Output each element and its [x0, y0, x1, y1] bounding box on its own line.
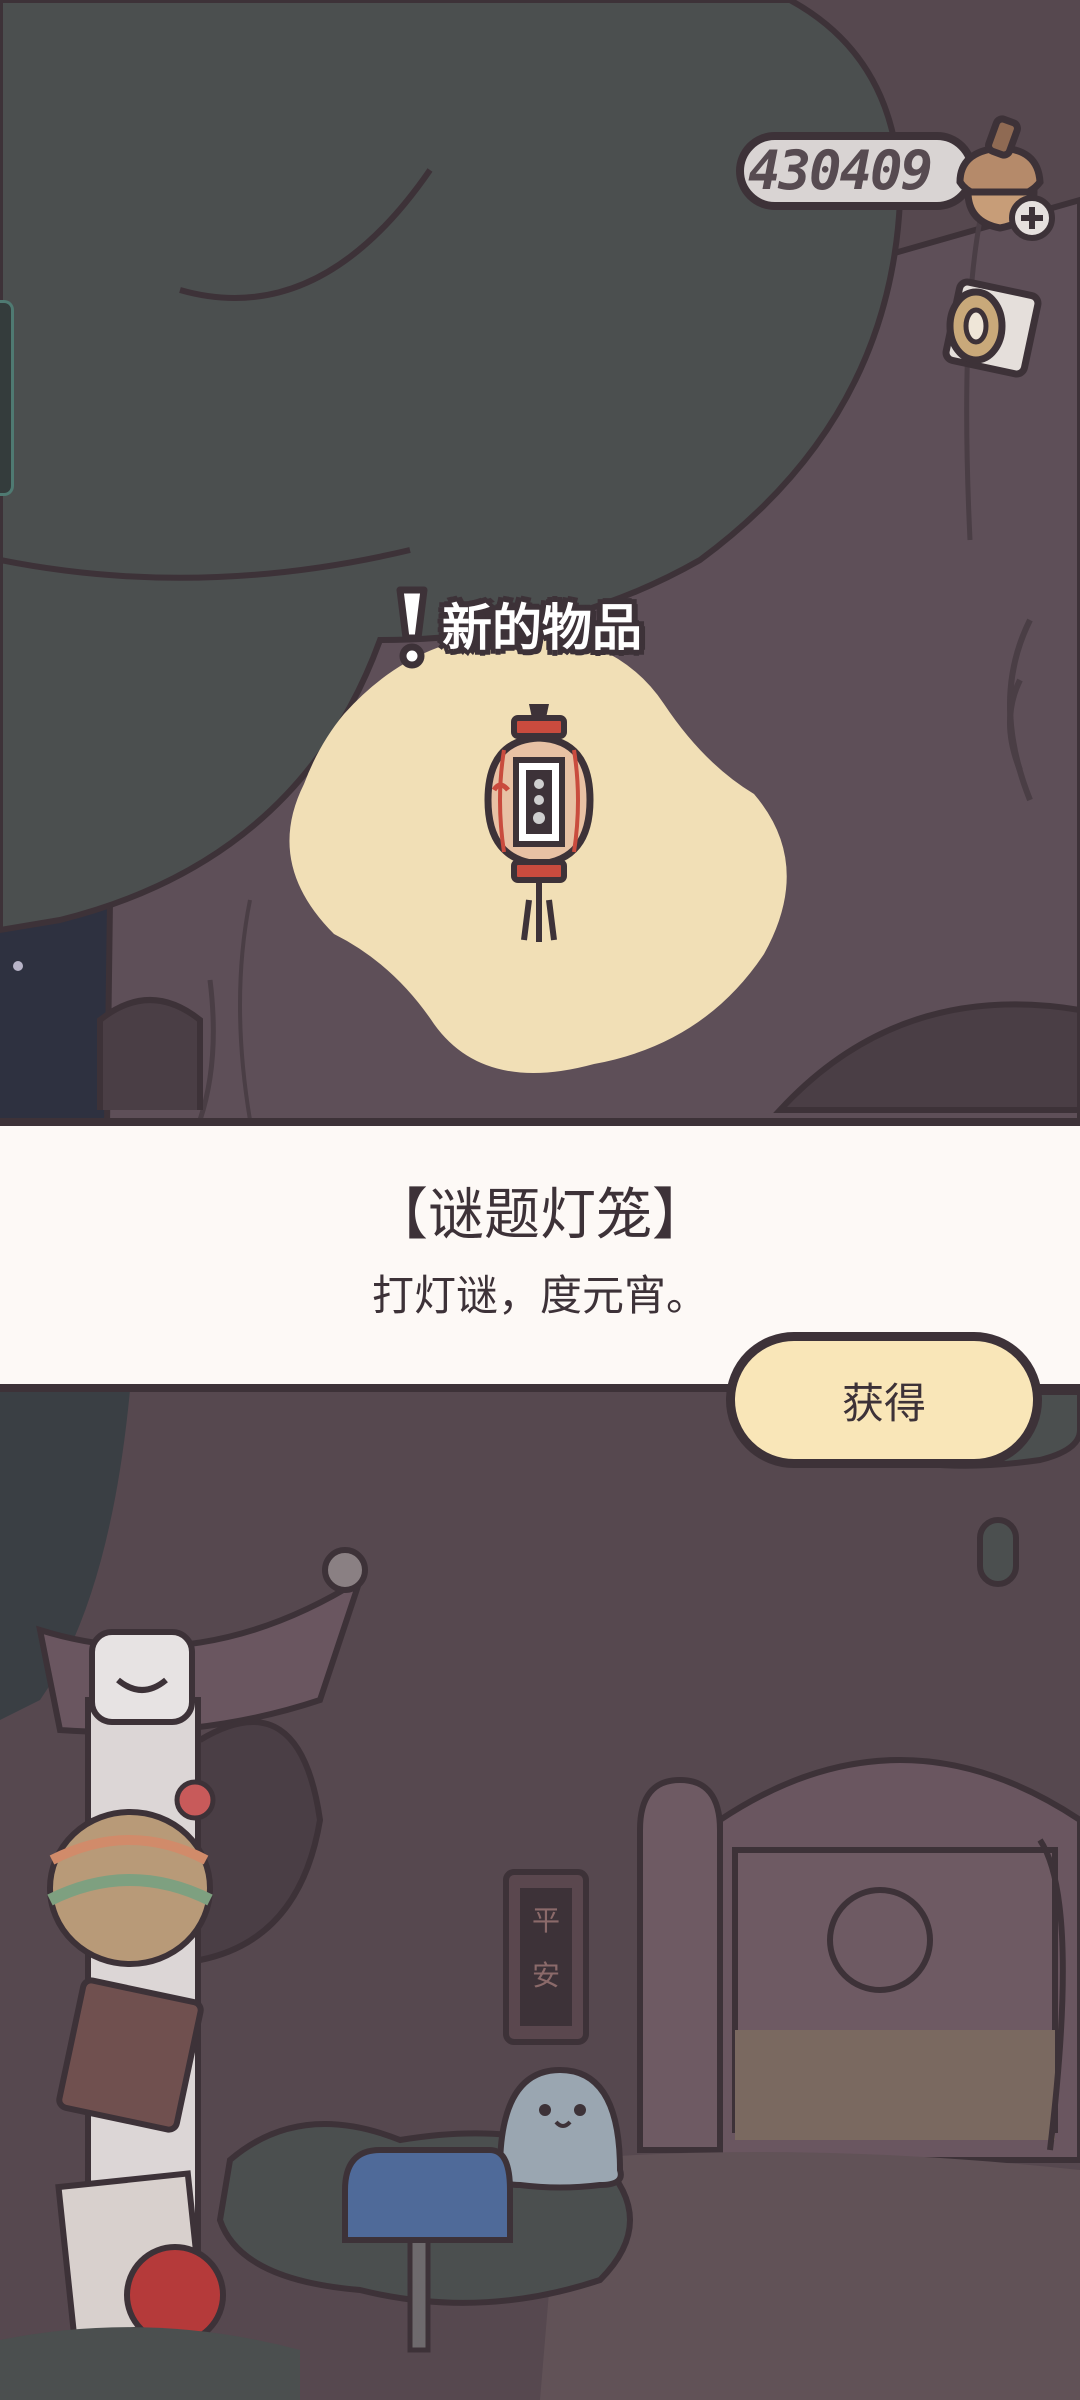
side-menu-tab[interactable] — [0, 300, 14, 496]
obtain-button[interactable]: 获得 — [726, 1332, 1042, 1468]
svg-text:平: 平 — [532, 1904, 560, 1937]
exclamation-icon — [392, 584, 432, 670]
new-item-header: 新的物品 — [442, 600, 642, 656]
svg-text:安: 安 — [532, 1959, 560, 1992]
currency-amount: 430409 — [748, 140, 933, 202]
reel-icon[interactable] — [930, 268, 1050, 388]
item-description: 打灯谜，度元宵。 — [371, 1272, 708, 1319]
paper-lantern-icon — [474, 700, 604, 950]
acorn-plus-icon[interactable] — [948, 112, 1058, 242]
obtain-button-label: 获得 — [841, 1379, 926, 1427]
item-name: 【谜题灯笼】 — [372, 1183, 708, 1246]
